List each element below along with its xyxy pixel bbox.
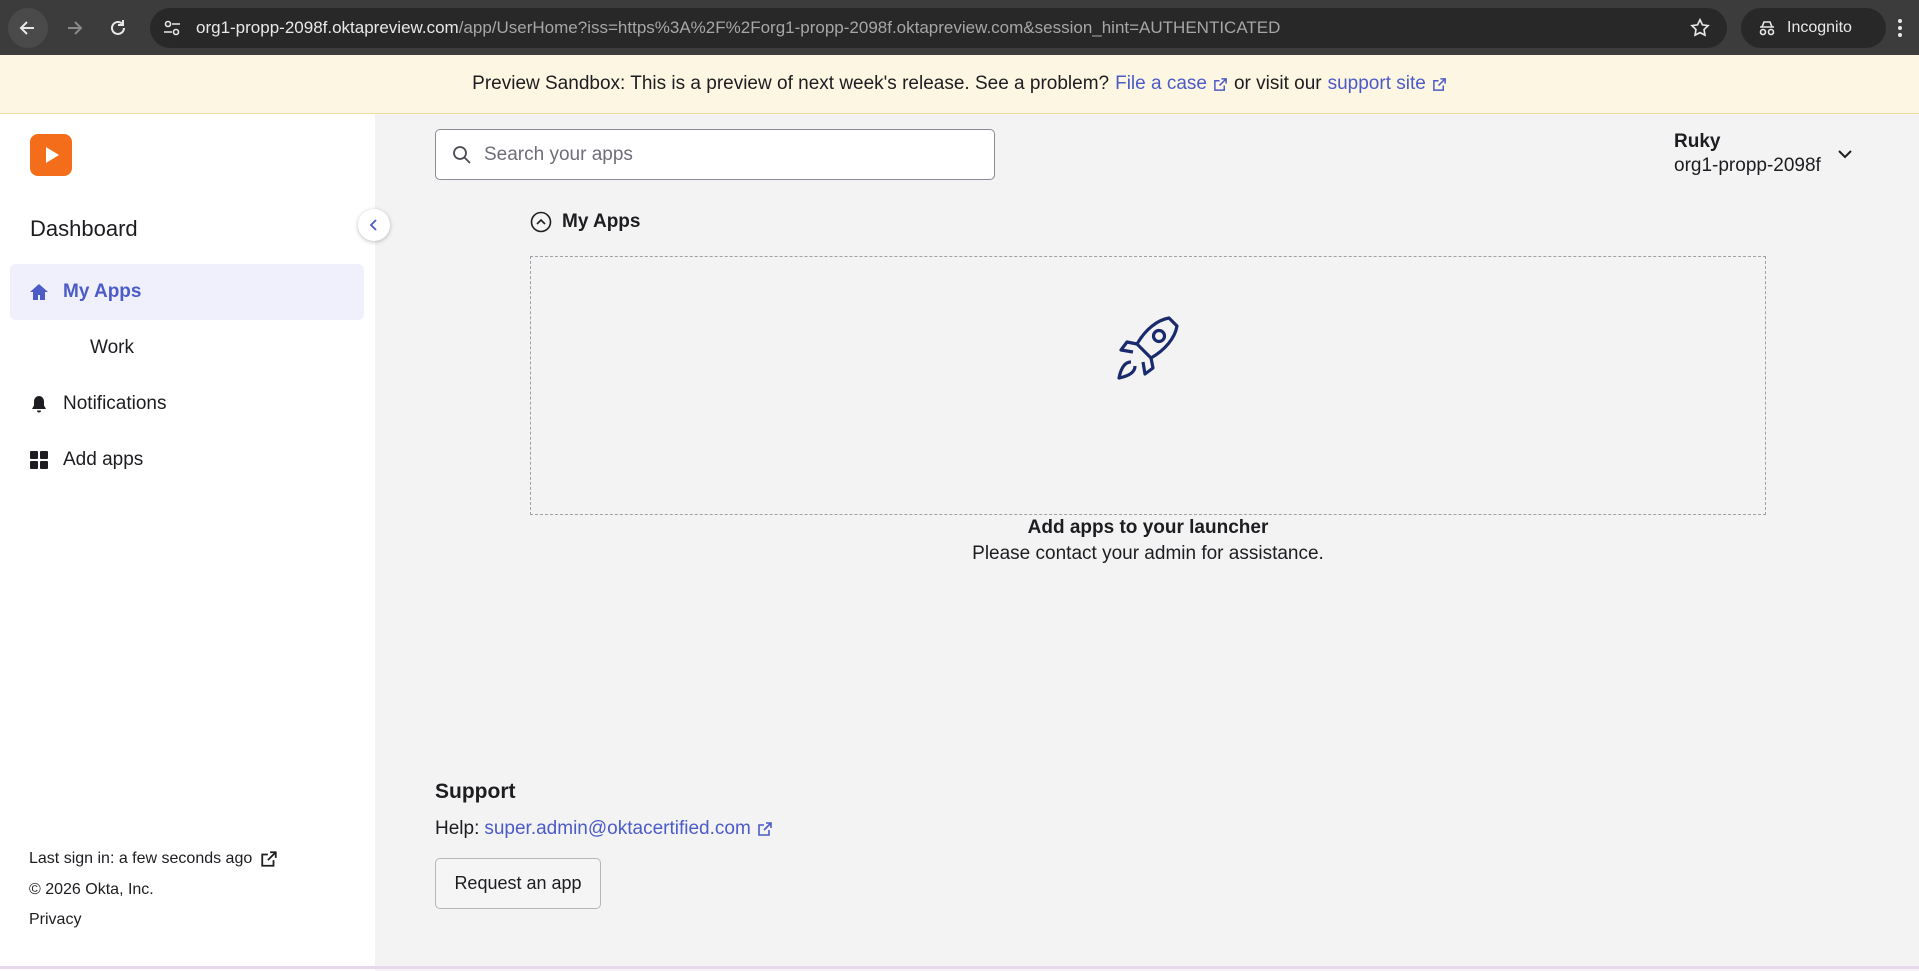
chevron-down-icon[interactable] [1835,144,1855,164]
main-content: Ruky org1-propp-2098f My Apps Add apps t… [375,114,1919,971]
incognito-label: Incognito [1787,19,1852,36]
preview-banner: Preview Sandbox: This is a preview of ne… [0,55,1919,114]
play-logo-icon [46,147,59,163]
home-icon [29,282,49,302]
sidebar-item-label: Add apps [63,449,144,470]
sidebar-item-label: Notifications [63,393,167,414]
user-org: org1-propp-2098f [1674,155,1821,176]
empty-state-title: Add apps to your launcher [1027,517,1269,538]
copyright: © 2026 Okta, Inc. [29,881,154,898]
chevron-up-circle-icon [530,211,552,233]
support-email-link[interactable]: super.admin@oktacertified.com [484,818,772,840]
search-box[interactable] [435,129,995,180]
sidebar-item-add-apps[interactable]: Add apps [10,432,364,488]
sidebar-item-work[interactable]: Work [10,320,364,376]
empty-state-subtitle: Please contact your admin for assistance… [972,543,1324,564]
grid-icon [29,450,49,470]
search-icon [453,146,471,164]
forward-button[interactable] [54,8,94,48]
arrow-right-icon [68,21,83,35]
okta-logo[interactable] [30,134,72,176]
collapse-sidebar-button[interactable] [358,209,390,241]
incognito-icon [1759,21,1775,36]
bookmark-star-icon[interactable] [1689,17,1711,39]
search-input[interactable] [484,130,984,179]
address-bar[interactable]: org1-propp-2098f.oktapreview.com/app/Use… [150,8,1727,48]
dashboard-title: Dashboard [30,216,138,241]
site-info-icon[interactable] [162,18,182,38]
support-site-link[interactable]: support site [1328,73,1447,95]
user-name: Ruky [1674,131,1721,152]
external-link-icon[interactable] [260,850,278,868]
bottom-divider [0,966,1919,969]
file-a-case-link[interactable]: File a case [1115,73,1228,95]
external-link-icon [757,822,772,836]
sidebar-item-my-apps[interactable]: My Apps [10,264,364,320]
browser-toolbar: org1-propp-2098f.oktapreview.com/app/Use… [0,0,1919,55]
my-apps-section-toggle[interactable]: My Apps [530,211,640,233]
support-heading: Support [435,780,516,803]
back-button[interactable] [8,8,48,48]
privacy-link[interactable]: Privacy [29,911,81,929]
incognito-indicator[interactable]: Incognito [1741,8,1886,48]
arrow-left-icon [19,21,34,35]
banner-text: Preview Sandbox: This is a preview of ne… [472,73,1110,94]
reload-icon [111,20,125,35]
section-title: My Apps [562,211,641,232]
reload-button[interactable] [98,8,138,48]
banner-middle-text: or visit our [1233,73,1322,94]
external-link-icon [1214,77,1227,91]
url-text: org1-propp-2098f.oktapreview.com/app/Use… [196,18,1281,37]
more-vertical-icon [1898,19,1902,37]
request-app-button[interactable]: Request an app [435,858,601,909]
sidebar: Dashboard My Apps Work Notifications Add… [0,114,390,971]
support-help: Help: super.admin@oktacertified.com [435,818,773,840]
sidebar-item-label: Work [90,337,134,358]
rocket-icon [1117,316,1179,380]
external-link-icon [1432,77,1446,91]
bell-icon [29,394,49,414]
chevron-left-icon [369,219,377,231]
last-sign-in: Last sign in: a few seconds ago [29,850,278,868]
sidebar-item-label: My Apps [63,281,142,302]
user-menu[interactable]: Ruky org1-propp-2098f [1674,131,1821,177]
browser-menu-button[interactable] [1888,12,1912,44]
sidebar-item-notifications[interactable]: Notifications [10,376,364,432]
